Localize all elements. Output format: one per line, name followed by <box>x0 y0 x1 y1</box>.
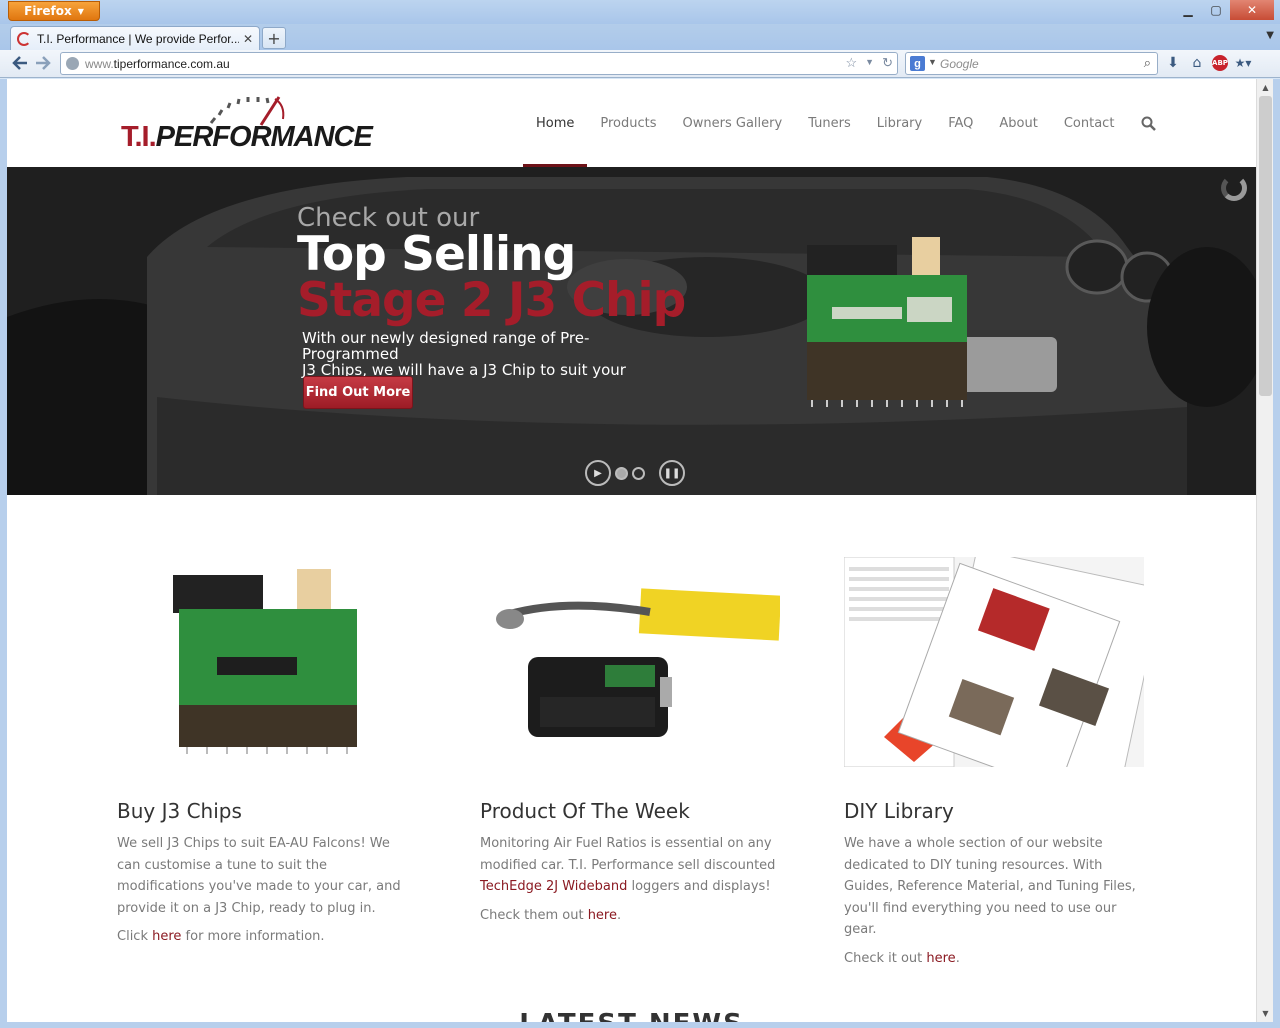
close-tab-icon[interactable]: ✕ <box>243 32 253 46</box>
navigation-toolbar: www. tiperformance.com.au ☆ ▼ ↻ g ▼ Goog… <box>0 50 1280 78</box>
more-link[interactable]: here <box>588 908 617 923</box>
logo-text-ti: T.I. <box>121 121 157 153</box>
url-prefix: www. <box>85 56 114 71</box>
feature-title: Product Of The Week <box>480 799 690 823</box>
search-bar[interactable]: g ▼ Google ⌕ <box>905 52 1158 75</box>
back-button[interactable] <box>10 53 30 73</box>
downloads-icon[interactable]: ⬇ <box>1164 54 1182 72</box>
search-icon[interactable]: ⌕ <box>1144 55 1151 71</box>
tab-strip: T.I. Performance | We provide Perfor... … <box>0 24 1280 50</box>
text-prefix: Monitoring Air Fuel Ratios is essential … <box>480 836 776 873</box>
more-suffix: . <box>955 950 960 966</box>
firefox-menu-button[interactable]: Firefox ▼ <box>8 1 100 21</box>
chevron-down-icon: ▼ <box>77 6 84 16</box>
url-bar[interactable]: www. tiperformance.com.au ☆ ▼ ↻ <box>60 52 898 75</box>
vertical-scrollbar[interactable]: ▲ ▼ <box>1256 79 1273 1022</box>
feature-text: Monitoring Air Fuel Ratios is essential … <box>480 833 780 898</box>
list-all-tabs-icon[interactable]: ▼ <box>1266 30 1274 41</box>
url-domain: tiperformance.com.au <box>113 56 230 71</box>
menu-item-owners-gallery[interactable]: Owners Gallery <box>670 79 796 167</box>
more-link[interactable]: here <box>152 929 181 944</box>
find-out-more-button[interactable]: Find Out More <box>303 376 413 409</box>
pause-icon[interactable]: ❚❚ <box>659 460 685 486</box>
history-dropdown-icon[interactable]: ▼ <box>865 55 874 71</box>
slide-subtitle: Stage 2 J3 Chip <box>297 273 686 328</box>
minimize-button[interactable]: ▁ <box>1174 0 1202 20</box>
more-suffix: . <box>616 907 622 923</box>
scrollbar-thumb[interactable] <box>1259 96 1272 396</box>
back-arrow-icon <box>12 56 27 70</box>
firefox-menu-label: Firefox <box>24 4 72 18</box>
close-window-button[interactable]: ✕ <box>1230 0 1274 20</box>
more-prefix: Check them out <box>480 907 588 923</box>
slide-dot-1[interactable] <box>615 466 628 480</box>
feature-buy-j3-chips: Buy J3 Chips We sell J3 Chips to suit EA… <box>117 557 417 944</box>
menu-item-tuners[interactable]: Tuners <box>795 79 864 167</box>
feature-more: Check it out here. <box>844 951 1144 966</box>
latest-news-heading: LATEST NEWS <box>7 1009 1256 1022</box>
slide-body-line-1: With our newly designed range of Pre-Pro… <box>302 329 590 363</box>
more-prefix: Check it out <box>844 950 927 966</box>
maximize-button[interactable]: ▢ <box>1202 0 1230 20</box>
text-suffix: loggers and displays! <box>627 879 771 894</box>
more-suffix: for more information. <box>181 929 325 944</box>
window-frame-right <box>1273 79 1280 1022</box>
site-search-icon[interactable] <box>1133 79 1163 167</box>
search-placeholder: Google <box>940 56 979 71</box>
slider-loading-icon <box>1221 175 1247 201</box>
play-icon[interactable]: ▶ <box>585 460 611 486</box>
home-icon[interactable]: ⌂ <box>1188 54 1206 72</box>
feature-more: Click here for more information. <box>117 929 417 944</box>
feature-diy-library: DIY Library We have a whole section of o… <box>844 557 1144 966</box>
tab-title: T.I. Performance | We provide Perfor... <box>37 31 239 46</box>
slider-controls: ▶ ❚❚ <box>585 460 685 486</box>
scroll-down-icon[interactable]: ▼ <box>1257 1005 1274 1022</box>
more-prefix: Click <box>117 929 153 944</box>
adblock-plus-icon[interactable]: ABP <box>1212 55 1228 71</box>
hero-slider: Check out our Top Selling Stage 2 J3 Chi… <box>7 167 1256 495</box>
menu-item-faq[interactable]: FAQ <box>935 79 986 167</box>
more-link[interactable]: here <box>926 951 955 966</box>
logo-text-rest: PERFORMANCE <box>155 121 373 153</box>
window-frame-bottom <box>0 1022 1280 1028</box>
feature-product-of-the-week: Product Of The Week Monitoring Air Fuel … <box>480 557 780 923</box>
google-icon[interactable]: g <box>910 56 925 71</box>
logo-text: T.I.PERFORMANCE <box>121 121 373 154</box>
globe-icon <box>66 57 79 70</box>
menu-item-products[interactable]: Products <box>587 79 669 167</box>
techedge-link[interactable]: TechEdge 2J Wideband <box>480 879 627 894</box>
bookmarks-menu-icon[interactable]: ★▾ <box>1234 54 1252 72</box>
window-titlebar: Firefox ▼ ▁ ▢ ✕ <box>0 0 1280 24</box>
feature-text: We have a whole section of our website d… <box>844 836 1136 937</box>
reload-icon[interactable]: ↻ <box>882 55 893 71</box>
feature-title: Buy J3 Chips <box>117 799 242 823</box>
feature-text: We sell J3 Chips to suit EA-AU Falcons! … <box>117 836 401 916</box>
menu-item-home[interactable]: Home <box>523 79 588 167</box>
page-viewport: T.I.PERFORMANCE Home Products Owners Gal… <box>7 79 1256 1022</box>
feature-title: DIY Library <box>844 799 954 823</box>
bookmark-star-icon[interactable]: ☆ <box>846 55 858 71</box>
search-engine-dropdown-icon[interactable]: ▼ <box>928 57 937 67</box>
site-logo[interactable]: T.I.PERFORMANCE <box>121 91 373 154</box>
j3-chip-product-image <box>117 557 417 767</box>
site-favicon-icon <box>17 31 31 46</box>
new-tab-button[interactable]: + <box>262 27 286 49</box>
j3-chip-image <box>807 237 967 407</box>
feature-more: Check them out here. <box>480 908 780 923</box>
forward-arrow-icon <box>36 56 51 70</box>
menu-item-contact[interactable]: Contact <box>1051 79 1128 167</box>
main-menu: Home Products Owners Gallery Tuners Libr… <box>523 79 1163 167</box>
window-frame-left <box>0 79 7 1022</box>
browser-tab[interactable]: T.I. Performance | We provide Perfor... … <box>10 26 260 50</box>
menu-item-library[interactable]: Library <box>864 79 935 167</box>
menu-item-about[interactable]: About <box>986 79 1050 167</box>
forward-button[interactable] <box>33 53 53 73</box>
slide-dot-2[interactable] <box>632 466 645 480</box>
diy-library-image <box>844 557 1144 767</box>
scroll-up-icon[interactable]: ▲ <box>1257 79 1274 96</box>
wideband-product-image <box>480 557 780 767</box>
